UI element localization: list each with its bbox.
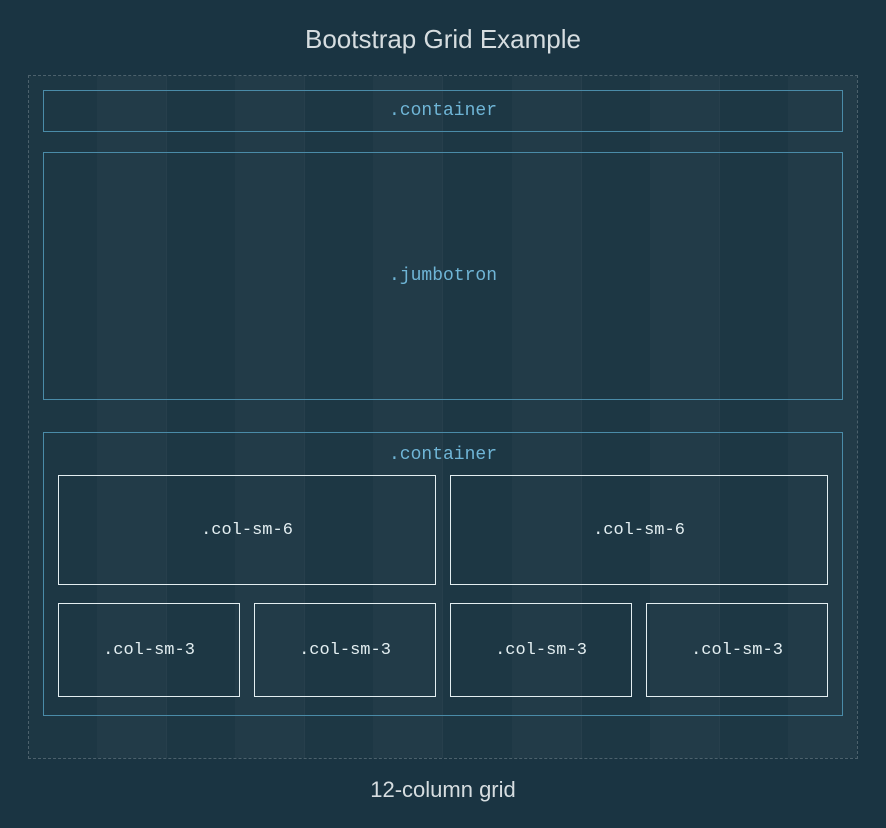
grid-stage: .container .jumbotron .container .col-sm… bbox=[28, 75, 858, 759]
col-sm-3-box: .col-sm-3 bbox=[646, 603, 828, 697]
col-sm-3-box: .col-sm-3 bbox=[254, 603, 436, 697]
container-bottom-label: .container bbox=[389, 445, 497, 465]
row-1: .col-sm-6 .col-sm-6 bbox=[58, 475, 828, 585]
col-label: .col-sm-3 bbox=[103, 641, 195, 660]
col-sm-6-box: .col-sm-6 bbox=[58, 475, 436, 585]
col-sm-3-box: .col-sm-3 bbox=[450, 603, 632, 697]
diagram-content: .container .jumbotron .container .col-sm… bbox=[29, 76, 857, 730]
col-sm-3-box: .col-sm-3 bbox=[58, 603, 240, 697]
col-label: .col-sm-6 bbox=[201, 521, 293, 540]
page-title: Bootstrap Grid Example bbox=[0, 0, 886, 75]
container-top-box: .container bbox=[43, 90, 843, 132]
footer-label: 12-column grid bbox=[0, 759, 886, 803]
col-label: .col-sm-6 bbox=[593, 521, 685, 540]
row-2: .col-sm-3 .col-sm-3 .col-sm-3 .col-sm-3 bbox=[58, 603, 828, 697]
col-label: .col-sm-3 bbox=[299, 641, 391, 660]
jumbotron-box: .jumbotron bbox=[43, 152, 843, 400]
col-label: .col-sm-3 bbox=[691, 641, 783, 660]
jumbotron-label: .jumbotron bbox=[389, 266, 497, 286]
container-bottom-box: .container .col-sm-6 .col-sm-6 .col-sm-3… bbox=[43, 432, 843, 716]
col-sm-6-box: .col-sm-6 bbox=[450, 475, 828, 585]
container-top-label: .container bbox=[389, 101, 497, 121]
col-label: .col-sm-3 bbox=[495, 641, 587, 660]
